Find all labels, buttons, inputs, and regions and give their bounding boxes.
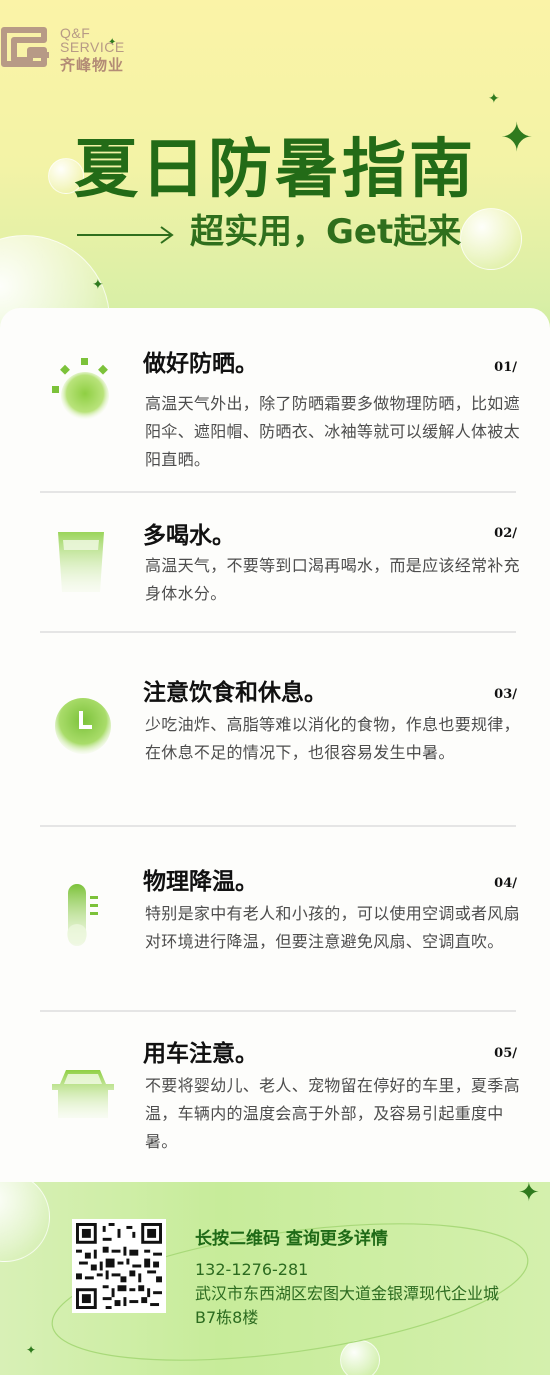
sparkle-icon: ✦ [488,91,500,107]
divider [40,491,516,493]
tip-title: 注意饮食和休息。 [143,679,327,706]
logo-text-en-2: SERVICE [60,39,125,55]
tip-number: 04/ [494,876,517,891]
water-glass-icon [58,532,104,592]
tip-number: 01/ [494,360,517,375]
sun-icon [52,358,109,420]
decor-bubble [460,208,522,270]
tip-description: 特别是家中有老人和小孩的，可以使用空调或者风扇对环境进行降温，但要注意避免风扇、… [145,904,520,951]
car-icon [52,1070,114,1118]
tip-description: 高温天气外出，除了防晒霜要多做物理防晒，比如遮阳伞、遮阳帽、防晒衣、冰袖等就可以… [145,394,520,469]
logo-text-en-1: Q&F [60,25,91,41]
sparkle-icon: ✦ [92,277,104,293]
tip-title: 做好防晒。 [143,350,258,377]
tip-description: 不要将婴幼儿、老人、宠物留在停好的车里，夏季高温，车辆内的温度会高于外部，及容易… [145,1076,520,1151]
clock-icon [55,698,111,754]
poster: ✦ ✦ ✦ ✦ Q&F SERVICE 齐峰物业 夏日防暑指南 超实用，Get起… [0,0,550,1375]
tip-number: 03/ [494,687,517,702]
tips-card: 做好防晒。 01/ 高温天气外出，除了防晒霜要多做物理防晒，比如遮阳伞、遮阳帽、… [0,308,550,1198]
phone-number[interactable]: 132-1276-281 [195,1260,308,1279]
divider [40,1010,516,1012]
page-title: 夏日防暑指南 [74,133,476,207]
footer-heading: 长按二维码 查询更多详情 [195,1229,388,1249]
footer: ✦ ✦ 长按二维码 查询更多详情 132-1276-281 武汉市东西湖区宏图大… [0,1182,550,1375]
arrow-icon [77,226,174,244]
company-logo: Q&F SERVICE 齐峰物业 [0,14,160,74]
page-subtitle: 超实用，Get起来 [190,212,462,252]
tip-title: 用车注意。 [143,1040,258,1067]
divider [40,825,516,827]
address: 武汉市东西湖区宏图大道金银潭现代企业城B7栋8楼 [195,1284,500,1327]
tip-number: 05/ [494,1046,517,1061]
tip-description: 高温天气，不要等到口渴再喝水，而是应该经常补充身体水分。 [145,556,520,603]
sparkle-icon: ✦ [26,1343,37,1357]
tip-description: 少吃油炸、高脂等难以消化的食物，作息也要规律，在休息不足的情况下，也很容易发生中… [145,715,520,762]
divider [40,631,516,633]
qr-code-pattern [76,1223,162,1309]
logo-mark-icon [1,27,49,67]
tip-number: 02/ [494,526,517,541]
thermometer-icon [67,884,98,946]
logo-text-cn: 齐峰物业 [60,56,125,74]
tip-title: 多喝水。 [143,522,235,549]
qr-code-icon[interactable] [72,1219,166,1313]
tip-title: 物理降温。 [143,868,258,895]
